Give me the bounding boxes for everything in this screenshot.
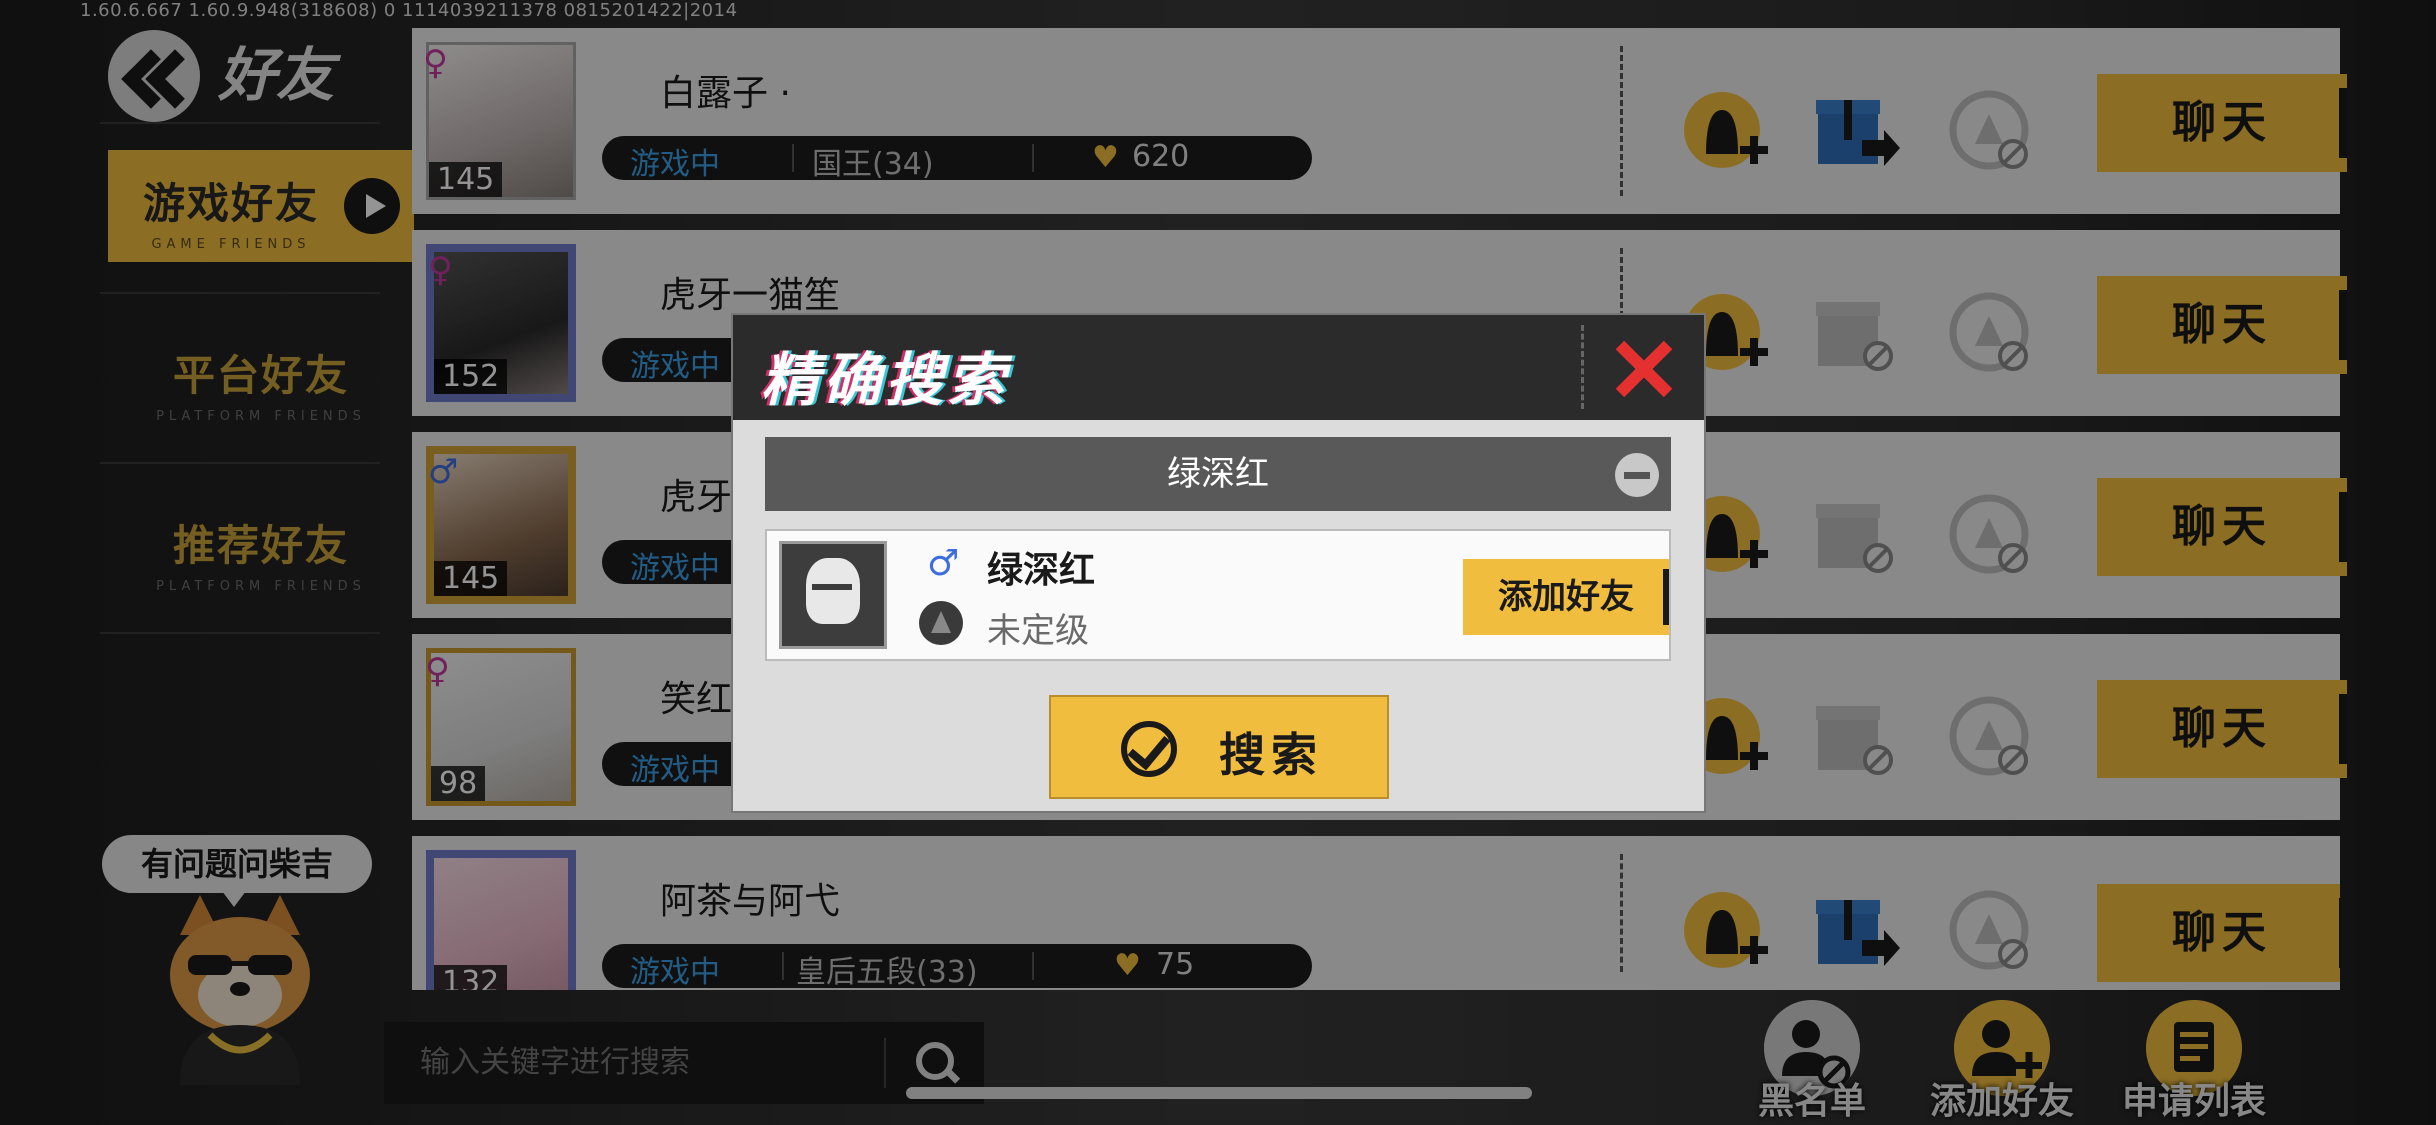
add-friend-button[interactable]: 添加好友: [1463, 559, 1669, 635]
close-icon[interactable]: [1613, 339, 1673, 399]
rank-icon: [919, 601, 963, 645]
search-button[interactable]: 搜索: [1049, 695, 1389, 799]
search-query-text: 绿深红: [1167, 454, 1269, 494]
search-query-field[interactable]: 绿深红: [765, 437, 1671, 511]
header-divider: [1581, 325, 1584, 409]
exact-search-dialog: 精确搜索 绿深红 ♂ 绿深红 未定级 添加好友 搜索: [731, 313, 1706, 813]
result-name: 绿深红: [987, 550, 1096, 591]
result-avatar[interactable]: [779, 541, 887, 649]
search-button-label: 搜索: [1219, 728, 1323, 782]
clear-icon[interactable]: [1615, 453, 1659, 497]
male-icon: ♂: [927, 543, 960, 584]
search-result-card: ♂ 绿深红 未定级 添加好友: [765, 529, 1671, 661]
dialog-title: 精确搜索: [761, 346, 1010, 414]
check-icon: [1121, 721, 1177, 777]
result-rank: 未定级: [987, 611, 1089, 651]
dialog-header: 精确搜索: [733, 315, 1704, 420]
